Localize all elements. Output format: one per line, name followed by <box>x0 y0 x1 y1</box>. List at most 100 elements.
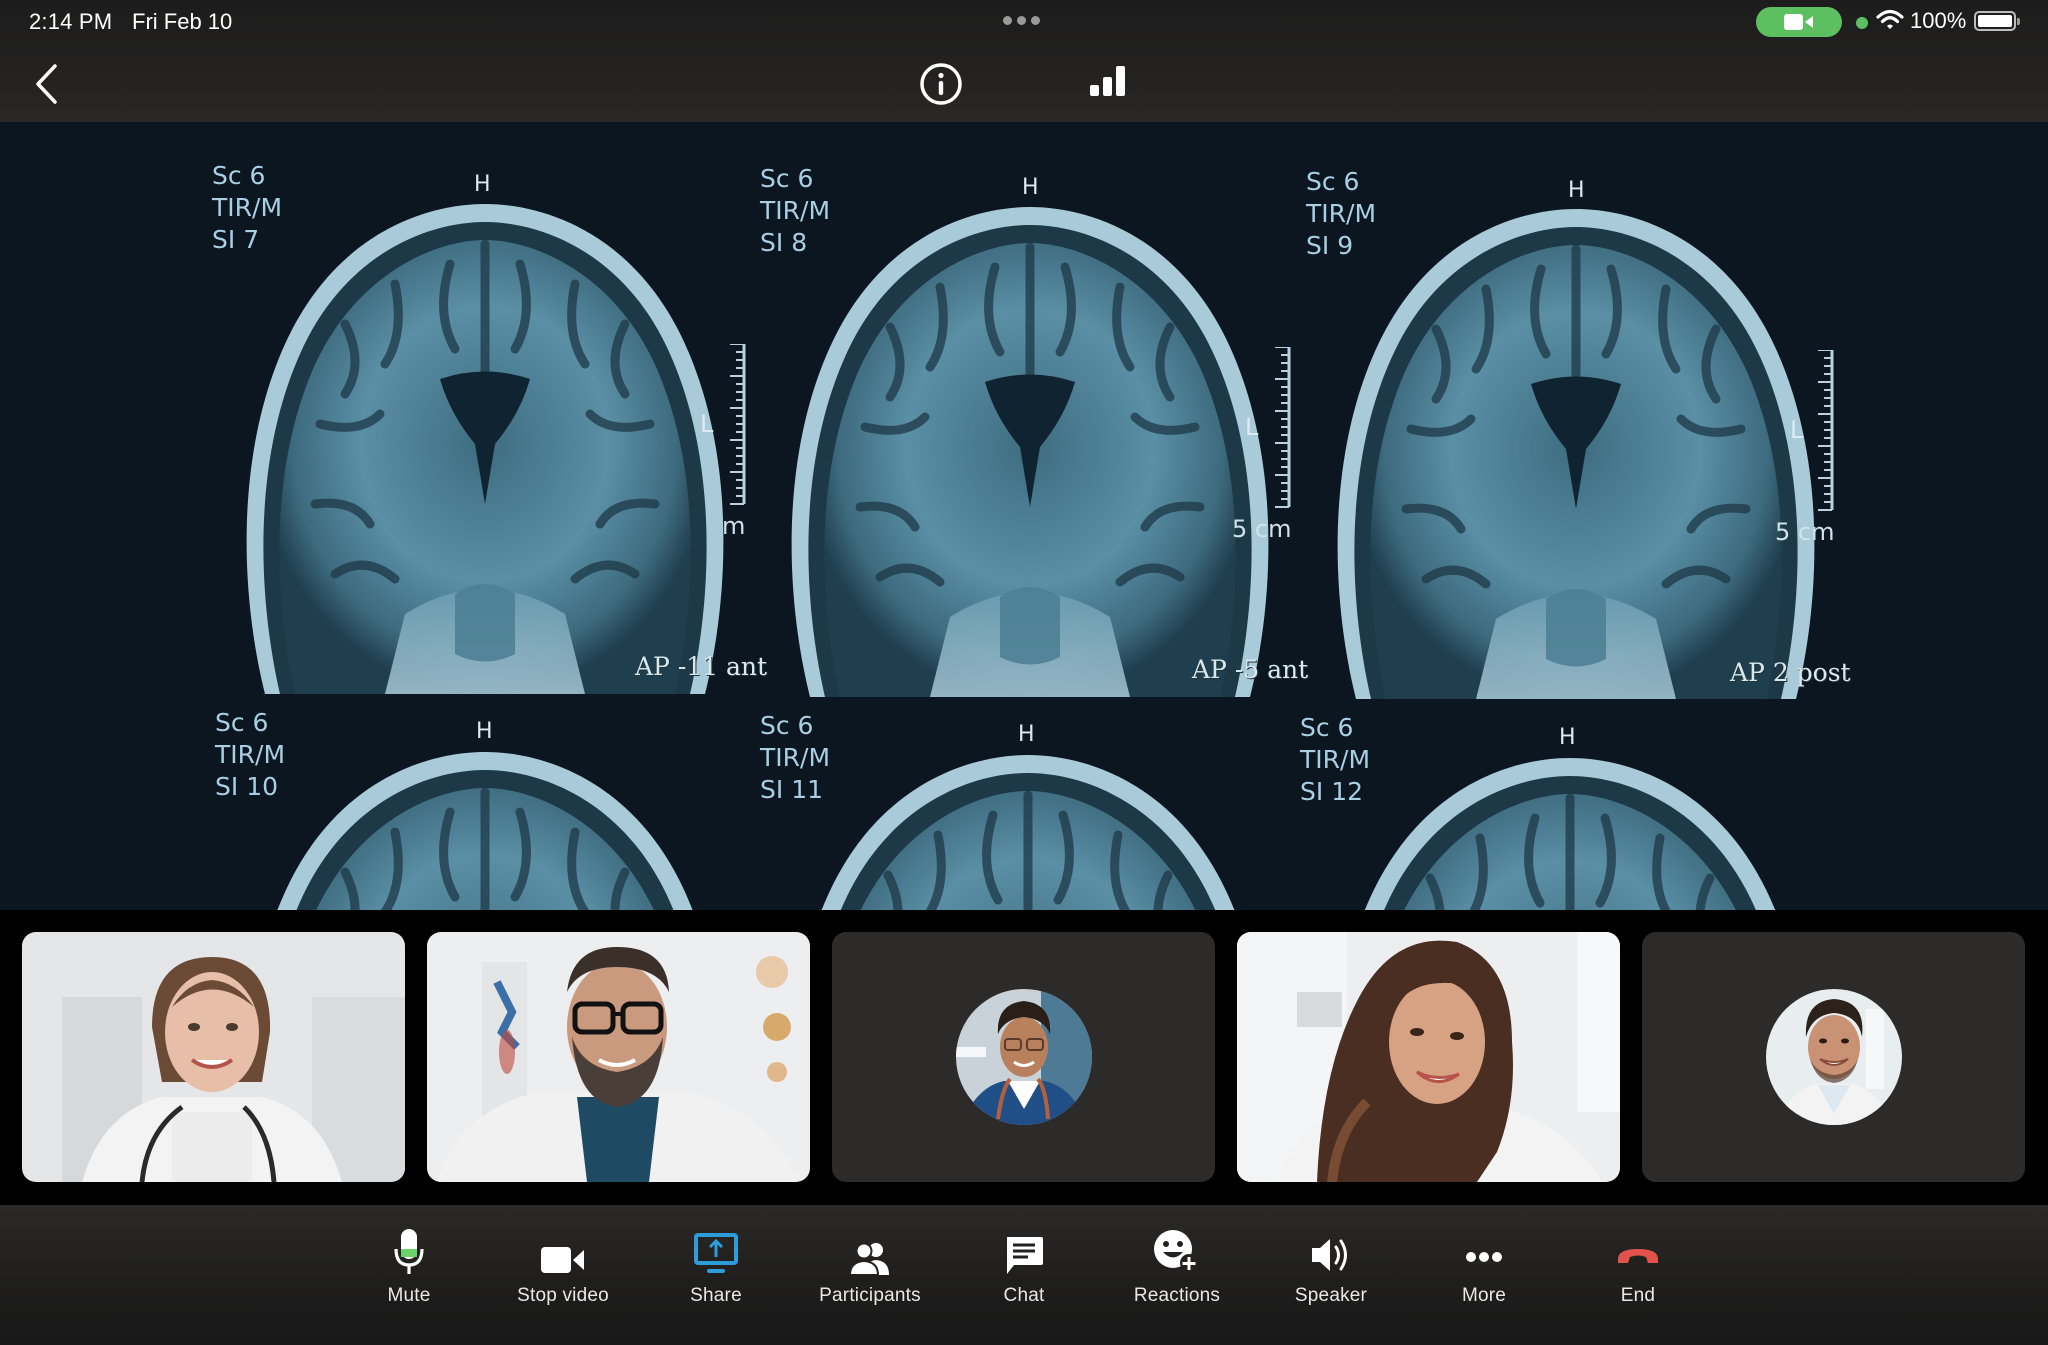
scan-top-marker: H <box>1020 175 1041 200</box>
scan-side-marker: L <box>1790 416 1804 444</box>
mri-scan-info: Sc 6 TIR/M SI 9 <box>1306 166 1376 262</box>
scan-sequence: TIR/M <box>215 740 286 769</box>
end-call-button[interactable]: End <box>1573 1219 1703 1329</box>
participant-video-tile[interactable] <box>22 932 405 1182</box>
participant-video <box>427 932 810 1182</box>
top-bar: 2:14 PM Fri Feb 10 100% <box>0 0 2048 122</box>
participants-label: Participants <box>819 1285 921 1306</box>
info-circle-icon <box>920 63 962 105</box>
speaker-icon <box>1312 1239 1347 1271</box>
scan-top-marker: H <box>472 172 493 197</box>
participant-avatar <box>1765 989 1902 1125</box>
scan-series: Sc 6 <box>215 708 269 737</box>
scan-sequence: TIR/M <box>212 193 283 222</box>
chat-button[interactable]: Chat <box>959 1219 1089 1329</box>
participant-video <box>22 932 405 1182</box>
scan-position: AP -5 ant <box>1192 655 1309 684</box>
camera-in-use-icon[interactable] <box>1756 7 1842 37</box>
battery-icon <box>1974 11 2020 31</box>
scan-top-marker: H <box>1566 178 1587 203</box>
scan-scale-label: m <box>722 512 746 540</box>
scan-slice: SI 12 <box>1300 777 1364 806</box>
mri-scan-info: Sc 6 TIR/M SI 7 <box>212 160 282 256</box>
scan-sequence: TIR/M <box>760 196 831 225</box>
scan-sequence: TIR/M <box>760 743 831 772</box>
chevron-left-icon <box>36 64 57 104</box>
participant-avatar <box>955 989 1092 1125</box>
mri-scan-image <box>770 177 1290 707</box>
more-button[interactable]: More <box>1419 1219 1549 1329</box>
mri-scan-image <box>768 725 1288 910</box>
share-button[interactable]: Share <box>651 1219 781 1329</box>
scan-sequence: TIR/M <box>1300 745 1371 774</box>
stop-video-label: Stop video <box>517 1285 609 1306</box>
status-time: 2:14 PM <box>29 9 113 34</box>
privacy-dot-icon <box>1856 17 1868 29</box>
participant-strip <box>0 910 2048 1205</box>
scan-top-marker: H <box>1557 725 1578 750</box>
more-label: More <box>1461 1285 1507 1306</box>
meeting-toolbar: Mute Stop video Share Participants Chat … <box>0 1205 2048 1345</box>
scan-scale-label: 5 cm <box>1232 515 1292 543</box>
participant-video-tile[interactable] <box>427 932 810 1182</box>
share-screen-icon <box>694 1233 738 1273</box>
mri-scan-info: Sc 6 TIR/M SI 11 <box>760 710 830 806</box>
scan-side-marker: L <box>700 410 714 438</box>
mri-scale-ruler <box>730 344 746 506</box>
scan-top-marker: H <box>474 719 495 744</box>
more-dots-icon <box>1466 1252 1502 1262</box>
participants-button[interactable]: Participants <box>805 1219 935 1329</box>
connection-stats-button[interactable] <box>1088 64 1128 104</box>
video-camera-icon <box>541 1247 584 1273</box>
mri-scale-ruler <box>1818 350 1834 512</box>
participant-video <box>1237 932 1620 1182</box>
mri-scan-image <box>1316 179 1836 709</box>
speaker-label: Speaker <box>1294 1285 1368 1306</box>
mute-button[interactable]: Mute <box>344 1219 474 1329</box>
scan-series: Sc 6 <box>1300 713 1354 742</box>
speaker-button[interactable]: Speaker <box>1266 1219 1396 1329</box>
mri-scan-image <box>1310 728 1830 910</box>
scan-series: Sc 6 <box>760 164 814 193</box>
reactions-button[interactable]: Reactions <box>1112 1219 1242 1329</box>
end-call-icon <box>1618 1249 1658 1263</box>
status-date: Fri Feb 10 <box>132 9 233 34</box>
scan-slice: SI 8 <box>760 228 808 257</box>
mri-scan-image <box>225 722 745 910</box>
wifi-icon <box>1876 9 1904 36</box>
scan-slice: SI 9 <box>1306 231 1354 260</box>
scan-series: Sc 6 <box>212 161 266 190</box>
scan-side-marker: L <box>1245 413 1259 441</box>
signal-strength-icon <box>1090 66 1125 96</box>
participant-avatar-tile[interactable] <box>1642 932 2025 1182</box>
scan-scale-label: 5 cm <box>1775 518 1835 546</box>
mri-scan-info: Sc 6 TIR/M SI 12 <box>1300 712 1370 808</box>
shared-screen[interactable]: Sc 6 TIR/M SI 7 H L m AP -11 ant Sc 6 TI… <box>0 122 2048 910</box>
scan-series: Sc 6 <box>1306 167 1360 196</box>
battery-percent: 100% <box>1910 8 1967 33</box>
scan-position: AP -11 ant <box>635 652 768 681</box>
mri-scale-ruler <box>1275 347 1291 509</box>
participant-avatar-tile[interactable] <box>832 932 1215 1182</box>
end-label: End <box>1620 1285 1656 1306</box>
microphone-icon <box>394 1229 424 1274</box>
reactions-emoji-icon <box>1154 1230 1198 1272</box>
scan-sequence: TIR/M <box>1306 199 1377 228</box>
back-button[interactable] <box>26 60 66 108</box>
share-label: Share <box>690 1285 742 1306</box>
scan-slice: SI 10 <box>215 772 279 801</box>
mri-scan-image <box>225 174 745 704</box>
mute-label: Mute <box>387 1285 431 1306</box>
participant-video-tile[interactable] <box>1237 932 1620 1182</box>
multitask-dots-icon[interactable] <box>1003 16 1040 25</box>
reactions-label: Reactions <box>1133 1285 1221 1306</box>
chat-bubble-icon <box>1007 1237 1043 1274</box>
scan-series: Sc 6 <box>760 711 814 740</box>
meeting-info-button[interactable] <box>919 62 963 106</box>
chat-label: Chat <box>1003 1285 1045 1306</box>
stop-video-button[interactable]: Stop video <box>498 1219 628 1329</box>
mri-scan-info: Sc 6 TIR/M SI 8 <box>760 163 830 259</box>
participants-icon <box>849 1242 889 1275</box>
mri-scan-info: Sc 6 TIR/M SI 10 <box>215 707 285 803</box>
scan-top-marker: H <box>1016 722 1037 747</box>
